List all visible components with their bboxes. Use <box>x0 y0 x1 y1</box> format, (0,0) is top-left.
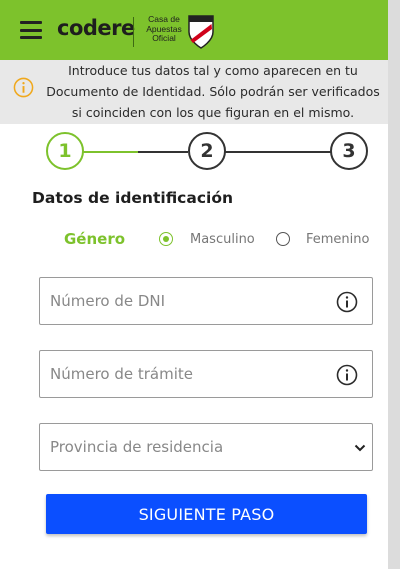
province-field: Provincia de residencia <box>39 423 373 471</box>
progress-stepper: 1 2 3 <box>0 128 388 174</box>
province-select[interactable]: Provincia de residencia <box>40 424 372 470</box>
step-connector-1b <box>138 151 188 153</box>
top-bar: codere Casa de Apuestas Oficial <box>0 0 388 60</box>
registration-page: codere Casa de Apuestas Oficial Introduc… <box>0 0 388 569</box>
step-3: 3 <box>330 132 368 170</box>
section-title: Datos de identificación <box>32 189 234 207</box>
dni-field <box>39 277 373 325</box>
info-circle-icon <box>13 77 34 98</box>
logo-tagline: Casa de Apuestas Oficial <box>146 14 182 43</box>
step-connector-2 <box>225 151 331 153</box>
dni-input[interactable] <box>40 278 372 324</box>
info-icon[interactable] <box>336 291 358 313</box>
gender-option-femenino[interactable]: Femenino <box>306 232 369 247</box>
tramite-field <box>39 350 373 398</box>
gender-radio-femenino[interactable] <box>276 232 290 246</box>
identity-notice: Introduce tus datos tal y como aparecen … <box>0 60 388 124</box>
notice-text: Introduce tus datos tal y como aparecen … <box>46 63 380 120</box>
step-2: 2 <box>188 132 226 170</box>
step-connector-1 <box>83 151 140 153</box>
step-1: 1 <box>46 132 84 170</box>
gender-option-masculino[interactable]: Masculino <box>190 232 255 247</box>
river-plate-crest-icon <box>188 15 214 49</box>
page-scrollbar[interactable] <box>388 0 400 569</box>
chevron-down-icon[interactable] <box>354 443 366 453</box>
tramite-input[interactable] <box>40 351 372 397</box>
next-step-button[interactable]: SIGUIENTE PASO <box>46 494 367 534</box>
codere-logo[interactable]: codere <box>57 16 135 40</box>
gender-label: Género <box>64 230 126 248</box>
info-icon[interactable] <box>336 364 358 386</box>
gender-radio-masculino[interactable] <box>159 232 173 246</box>
hamburger-menu-icon[interactable] <box>20 21 42 39</box>
logo-divider <box>133 17 134 47</box>
